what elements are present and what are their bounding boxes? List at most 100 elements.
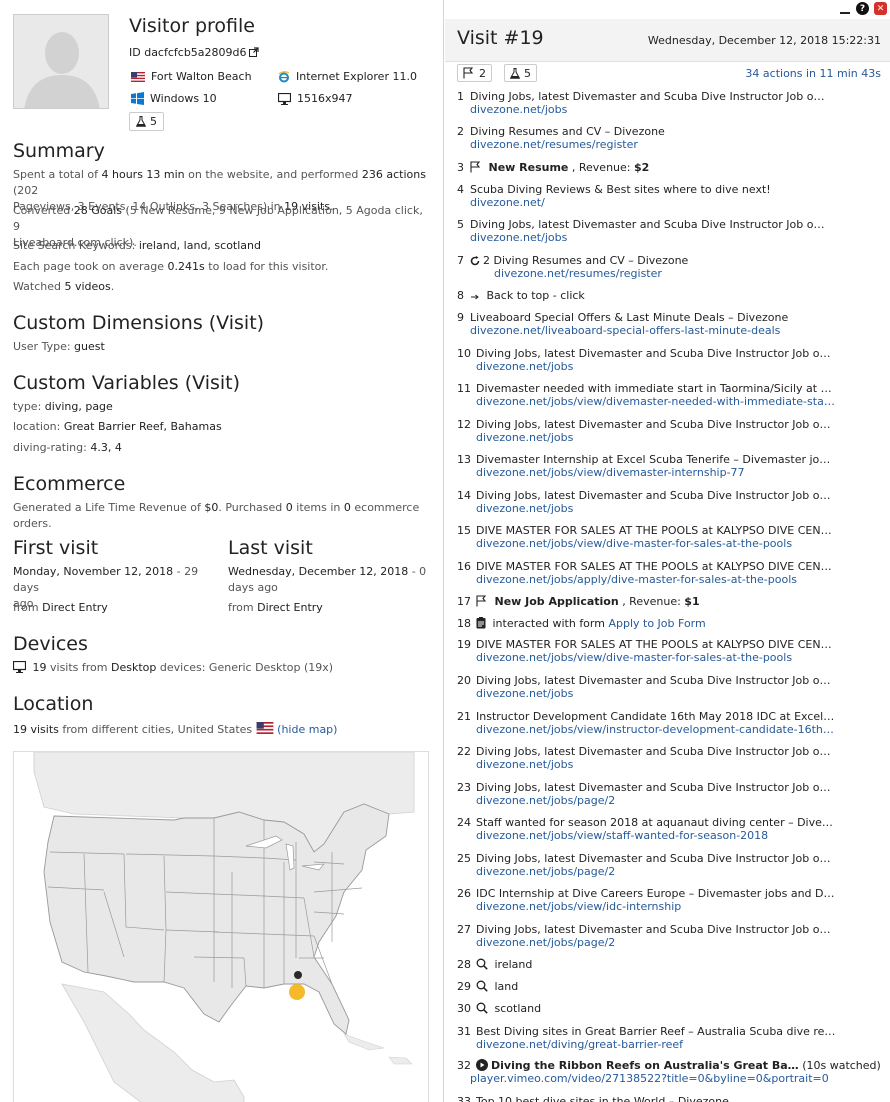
last-visit-heading: Last visit — [228, 537, 313, 559]
action-item[interactable]: 30 scotland — [457, 1002, 882, 1015]
summary-load-time: Each page took on average 0.241s to load… — [13, 260, 329, 273]
action-number: 28 — [457, 958, 471, 971]
action-item[interactable]: 20 Diving Jobs, latest Divemaster and Scu… — [457, 674, 882, 700]
visit-experiments-badge[interactable]: 5 — [504, 64, 537, 82]
visit-details-panel: ? ✕ Visit #19 Wednesday, December 12, 20… — [445, 0, 890, 1102]
action-item[interactable]: 13 Divemaster Internship at Excel Scuba T… — [457, 453, 882, 479]
page-url[interactable]: divezone.net/jobs/page/2 — [476, 865, 836, 878]
reload-icon — [470, 256, 480, 266]
os-info: Windows 10 — [131, 92, 217, 105]
actions-summary-link[interactable]: 34 actions in 11 min 43s — [745, 67, 881, 80]
visit-goals-badge[interactable]: 2 — [457, 64, 492, 82]
visitor-avatar — [13, 14, 109, 109]
action-item[interactable]: 4 Scuba Diving Reviews & Best sites where… — [457, 183, 882, 209]
action-number: 26 — [457, 887, 471, 900]
action-item[interactable]: 5 Diving Jobs, latest Divemaster and Scub… — [457, 218, 882, 244]
action-item[interactable]: 17 New Job Application , Revenue: $1 — [457, 595, 882, 608]
page-title: DIVE MASTER FOR SALES AT THE POOLS at KA… — [476, 524, 836, 537]
page-url[interactable]: divezone.net/jobs/view/dive-master-for-s… — [476, 537, 836, 550]
last-visit-info: Wednesday, December 12, 2018 - 0 days ago — [228, 565, 427, 594]
page-title: Diving Jobs, latest Divemaster and Scuba… — [476, 418, 836, 431]
help-icon[interactable]: ? — [856, 2, 869, 15]
page-url[interactable]: divezone.net/diving/great-barrier-reef — [476, 1038, 836, 1051]
page-url[interactable]: divezone.net/jobs — [476, 431, 836, 444]
goal-revenue: $1 — [684, 595, 700, 608]
action-item[interactable]: 26 IDC Internship at Dive Careers Europe … — [457, 887, 882, 913]
action-item[interactable]: 14 Diving Jobs, latest Divemaster and Scu… — [457, 489, 882, 515]
search-icon — [476, 958, 488, 970]
action-item[interactable]: 12 Diving Jobs, latest Divemaster and Scu… — [457, 418, 882, 444]
action-item[interactable]: 15 DIVE MASTER FOR SALES AT THE POOLS at … — [457, 524, 882, 550]
action-item[interactable]: 29 land — [457, 980, 882, 993]
visitor-id[interactable]: ID dacfcfcb5a2809d6 — [129, 46, 259, 59]
hide-map-link[interactable]: (hide map) — [277, 723, 337, 736]
page-url[interactable]: divezone.net/jobs — [476, 502, 836, 515]
page-url[interactable]: divezone.net/jobs — [470, 231, 830, 244]
last-visit-referrer: from Direct Entry — [228, 601, 323, 614]
action-item[interactable]: 9 Liveaboard Special Offers & Last Minute… — [457, 311, 882, 337]
page-url[interactable]: divezone.net/jobs — [476, 687, 836, 700]
action-item[interactable]: 33 Top 10 best dive sites in the World – … — [457, 1095, 882, 1102]
page-url[interactable]: divezone.net/jobs/view/dive-master-for-s… — [476, 651, 836, 664]
action-number: 22 — [457, 745, 471, 758]
page-url[interactable]: divezone.net/jobs — [476, 758, 836, 771]
action-number: 33 — [457, 1095, 471, 1102]
action-item[interactable]: 16 DIVE MASTER FOR SALES AT THE POOLS at … — [457, 560, 882, 586]
reload-count: 2 — [483, 254, 490, 267]
action-item[interactable]: 23 Diving Jobs, latest Divemaster and Scu… — [457, 781, 882, 807]
action-item[interactable]: 25 Diving Jobs, latest Divemaster and Scu… — [457, 852, 882, 878]
page-url[interactable]: divezone.net/resumes/register — [494, 267, 854, 280]
page-url[interactable]: divezone.net/jobs/apply/dive-master-for-… — [476, 573, 836, 586]
action-item[interactable]: 24 Staff wanted for season 2018 at aquana… — [457, 816, 882, 842]
location-info: Fort Walton Beach — [131, 70, 252, 83]
experiments-badge[interactable]: 5 — [129, 112, 164, 131]
page-url[interactable]: divezone.net/jobs/page/2 — [476, 936, 836, 949]
page-url[interactable]: divezone.net/jobs/view/divemaster-intern… — [476, 466, 836, 479]
action-item[interactable]: 1 Diving Jobs, latest Divemaster and Scub… — [457, 90, 882, 116]
page-url[interactable]: divezone.net/jobs — [470, 103, 830, 116]
page-url[interactable]: divezone.net/jobs/page/2 — [476, 794, 836, 807]
visitor-location-map[interactable] — [13, 751, 429, 1102]
action-number: 12 — [457, 418, 471, 431]
action-item[interactable]: 8 Back to top - click — [457, 289, 882, 302]
first-visit-referrer: from Direct Entry — [13, 601, 108, 614]
page-title: Divemaster Internship at Excel Scuba Ten… — [476, 453, 836, 466]
visit-date: Wednesday, December 12, 2018 15:22:31 — [647, 34, 881, 47]
flask-icon — [510, 67, 520, 79]
action-item[interactable]: 2 Diving Resumes and CV – Divezone divezon… — [457, 125, 882, 151]
action-item[interactable]: 22 Diving Jobs, latest Divemaster and Scu… — [457, 745, 882, 771]
action-item[interactable]: 27 Diving Jobs, latest Divemaster and Scu… — [457, 923, 882, 949]
close-icon[interactable]: ✕ — [874, 2, 887, 15]
page-url[interactable]: divezone.net/jobs/view/divemaster-needed… — [476, 395, 836, 408]
action-item[interactable]: 31 Best Diving sites in Great Barrier Ree… — [457, 1025, 882, 1051]
page-url[interactable]: divezone.net/jobs/view/staff-wanted-for-… — [476, 829, 836, 842]
page-url[interactable]: divezone.net/ — [470, 196, 830, 209]
minimize-icon[interactable] — [839, 3, 851, 15]
form-name-link[interactable]: Apply to Job Form — [608, 617, 705, 630]
action-item[interactable]: 3 New Resume , Revenue: $2 — [457, 161, 882, 174]
action-item[interactable]: 19 DIVE MASTER FOR SALES AT THE POOLS at … — [457, 638, 882, 664]
flask-icon — [136, 116, 146, 127]
action-item[interactable]: 21 Instructor Development Candidate 16th … — [457, 710, 882, 736]
video-url[interactable]: player.vimeo.com/video/27138522?title=0&… — [470, 1072, 830, 1085]
action-item[interactable]: 28 ireland — [457, 958, 882, 971]
page-url[interactable]: divezone.net/liveaboard-special-offers-l… — [470, 324, 830, 337]
page-url[interactable]: divezone.net/resumes/register — [470, 138, 830, 151]
windows-icon — [131, 92, 144, 105]
action-item[interactable]: 11 Divemaster needed with immediate start… — [457, 382, 882, 408]
external-link-icon[interactable] — [248, 47, 259, 57]
action-item[interactable]: 32 Diving the Ribbon Reefs on Australia's… — [457, 1059, 882, 1085]
action-item[interactable]: 18 interacted with form Apply to Job For… — [457, 617, 882, 630]
page-url[interactable]: divezone.net/jobs — [476, 360, 836, 373]
action-number: 5 — [457, 218, 464, 231]
action-number: 24 — [457, 816, 471, 829]
action-item[interactable]: 7 2 Diving Resumes and CV – Divezone divez… — [457, 254, 882, 280]
page-url[interactable]: divezone.net/jobs/view/idc-internship — [476, 900, 836, 913]
first-visit-heading: First visit — [13, 537, 99, 559]
action-number: 16 — [457, 560, 471, 573]
action-item[interactable]: 10 Diving Jobs, latest Divemaster and Scu… — [457, 347, 882, 373]
devices-summary: 19 visits from Desktop devices: Generic … — [13, 660, 433, 676]
action-number: 19 — [457, 638, 471, 651]
video-watched: (10s watched) — [802, 1059, 881, 1072]
page-url[interactable]: divezone.net/jobs/view/instructor-develo… — [476, 723, 836, 736]
